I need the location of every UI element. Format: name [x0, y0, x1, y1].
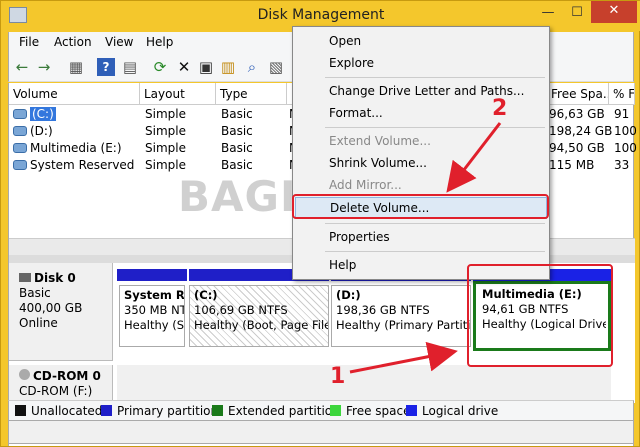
disk0-size: 400,00 GB: [19, 301, 83, 315]
partition-c[interactable]: (C:) 106,69 GB NTFS Healthy (Boot, Page …: [189, 285, 329, 347]
cdrom-label[interactable]: CD-ROM 0 CD-ROM (F:): [9, 365, 113, 403]
cell-volume: System Reserved: [30, 158, 135, 172]
settings-icon[interactable]: ▧: [267, 58, 285, 76]
help-icon[interactable]: ?: [97, 58, 115, 76]
partition-title: System Re: [124, 288, 185, 302]
maximize-button[interactable]: ☐: [563, 3, 591, 25]
annotation-step-2: 2: [492, 96, 508, 121]
cell-free: 94,50 GB: [549, 141, 605, 155]
cell-layout: Simple: [145, 141, 186, 155]
col-header-free-space[interactable]: Free Spa...: [547, 83, 609, 105]
show-hide-console-icon[interactable]: ▦: [67, 58, 85, 76]
properties-icon[interactable]: ▤: [121, 58, 139, 76]
disk0-name: Disk 0: [34, 271, 76, 285]
menu-explore[interactable]: Explore: [295, 53, 547, 75]
disk0-status: Online: [19, 316, 58, 330]
legend-swatch-primary: [101, 405, 112, 416]
legend-swatch-logical: [406, 405, 417, 416]
cell-type: Basic: [221, 141, 253, 155]
search-icon[interactable]: ⌕: [243, 58, 261, 76]
col-header-volume[interactable]: Volume: [9, 83, 140, 105]
menu-view[interactable]: View: [105, 35, 133, 49]
cdrom-icon: [19, 369, 30, 380]
highlight-partition-e: [467, 264, 613, 367]
menu-separator: [325, 251, 545, 252]
disk0-type: Basic: [19, 286, 51, 300]
menu-format[interactable]: Format...: [295, 103, 547, 125]
menu-change-drive-letter[interactable]: Change Drive Letter and Paths...: [295, 81, 547, 103]
col-header-percent-free[interactable]: % F: [609, 83, 635, 105]
refresh-icon[interactable]: ⟳: [151, 58, 169, 76]
forward-arrow-icon[interactable]: →: [35, 58, 53, 76]
open-folder-icon[interactable]: ▥: [219, 58, 237, 76]
close-button[interactable]: ✕: [591, 1, 637, 23]
cell-free: 115 MB: [549, 158, 595, 172]
partition-system-reserved[interactable]: System Re 350 MB NTFS Healthy (S: [119, 285, 185, 347]
menu-open[interactable]: Open: [295, 31, 547, 53]
volume-icon: [13, 160, 27, 170]
cdrom-area: [117, 365, 611, 403]
partition-status: Healthy (Primary Partitio: [336, 318, 471, 332]
check-icon[interactable]: ▣: [197, 58, 215, 76]
menu-separator: [325, 77, 545, 78]
partition-size: 106,69 GB NTFS: [194, 303, 288, 317]
cell-volume: Multimedia (E:): [30, 141, 122, 155]
cell-pct: 100: [614, 141, 637, 155]
cdrom-name: CD-ROM 0: [33, 369, 101, 383]
status-bar: [8, 420, 634, 444]
cell-layout: Simple: [145, 124, 186, 138]
col-header-type[interactable]: Type: [216, 83, 287, 105]
legend-extended: Extended partition: [228, 404, 340, 418]
partition-bar-system: [117, 269, 187, 281]
menu-extend-volume: Extend Volume...: [329, 134, 431, 148]
volume-icon: [13, 109, 27, 119]
cdrom-drive: CD-ROM (F:): [19, 384, 93, 398]
back-arrow-icon[interactable]: ←: [13, 58, 31, 76]
delete-icon[interactable]: ✕: [175, 58, 193, 76]
cell-free: 198,24 GB: [549, 124, 613, 138]
volume-icon: [13, 143, 27, 153]
legend-swatch-extended: [212, 405, 223, 416]
highlight-delete-volume: [292, 194, 549, 219]
cell-free: 96,63 GB: [549, 107, 605, 121]
partition-size: 198,36 GB NTFS: [336, 303, 430, 317]
cell-pct: 91: [614, 107, 630, 121]
partition-title: (C:): [194, 288, 218, 302]
menu-separator: [325, 127, 545, 128]
legend-bar: Unallocated Primary partition Extended p…: [8, 400, 634, 420]
partition-title: (D:): [336, 288, 361, 302]
disk-icon: [19, 273, 31, 282]
legend-swatch-free: [330, 405, 341, 416]
col-header-layout[interactable]: Layout: [140, 83, 216, 105]
context-menu: Open Explore Change Drive Letter and Pat…: [292, 26, 550, 280]
cell-pct: 33: [614, 158, 630, 172]
cell-type: Basic: [221, 107, 253, 121]
legend-swatch-unallocated: [15, 405, 26, 416]
cell-layout: Simple: [145, 107, 186, 121]
cell-type: Basic: [221, 124, 253, 138]
volume-icon: [13, 126, 27, 136]
legend-unallocated: Unallocated: [31, 404, 103, 418]
menu-shrink-volume[interactable]: Shrink Volume...: [295, 153, 547, 175]
menu-help[interactable]: Help: [146, 35, 173, 49]
legend-logical: Logical drive: [422, 404, 499, 418]
menu-separator: [325, 223, 545, 224]
annotation-step-1: 1: [330, 364, 346, 389]
menu-file[interactable]: File: [19, 35, 39, 49]
legend-primary: Primary partition: [117, 404, 219, 418]
cell-volume: (D:): [30, 124, 53, 138]
partition-status: Healthy (S: [124, 318, 185, 332]
disk0-label[interactable]: Disk 0 Basic 400,00 GB Online: [9, 263, 113, 361]
cell-pct: 100: [614, 124, 637, 138]
legend-free: Free space: [346, 404, 411, 418]
menu-properties[interactable]: Properties: [295, 227, 547, 249]
partition-size: 350 MB NTFS: [124, 303, 184, 317]
cell-volume: (C:): [30, 107, 56, 121]
partition-status: Healthy (Boot, Page File: [194, 318, 329, 332]
partition-d[interactable]: (D:) 198,36 GB NTFS Healthy (Primary Par…: [331, 285, 471, 347]
minimize-button[interactable]: —: [533, 3, 563, 25]
menu-action[interactable]: Action: [54, 35, 92, 49]
